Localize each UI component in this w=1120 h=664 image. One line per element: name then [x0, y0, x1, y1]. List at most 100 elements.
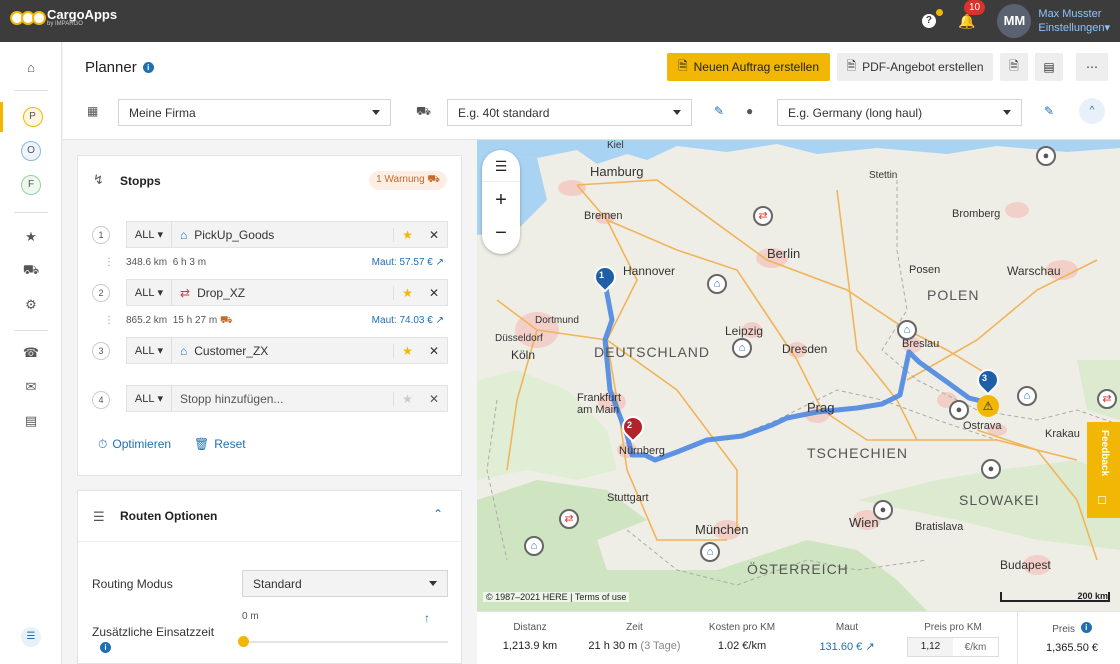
- map-label: Kiel: [607, 140, 624, 151]
- route-map[interactable]: Hamburg Bremen Hannover Berlin DEUTSCHLA…: [477, 140, 1120, 611]
- map-label: ÖSTERREICH: [747, 561, 849, 577]
- poi-house-icon[interactable]: ⌂: [732, 338, 752, 358]
- stops-title: Stopps: [120, 174, 161, 188]
- info-icon[interactable]: i: [1080, 622, 1092, 633]
- maut-link[interactable]: Maut: 74.03 € ↗: [372, 315, 444, 326]
- close-icon[interactable]: ✕: [421, 228, 447, 242]
- chevron-down-icon: [429, 581, 437, 586]
- phone-icon[interactable]: ☎: [0, 338, 62, 368]
- optimize-button[interactable]: ⏱ Optimieren: [98, 437, 171, 452]
- map-label: POLEN: [927, 287, 980, 303]
- avatar[interactable]: MM: [997, 4, 1032, 38]
- stop-filter-select[interactable]: ALL ▾: [127, 386, 172, 411]
- marker-number: 2: [627, 420, 633, 430]
- gear-icon[interactable]: ⚙: [0, 290, 62, 320]
- poi-person-icon[interactable]: ●: [949, 400, 969, 420]
- zoom-out-button[interactable]: −: [482, 218, 520, 252]
- reset-button[interactable]: 🗑 Reset: [194, 437, 246, 451]
- star-icon[interactable]: ★: [393, 285, 421, 300]
- vehicle-select[interactable]: E.g. 40t standard: [447, 99, 692, 126]
- map-label: Posen: [909, 264, 941, 276]
- app-logo[interactable]: CargoApps by IMPARGO: [10, 8, 117, 28]
- layers-icon[interactable]: ☰: [482, 150, 520, 182]
- extra-time-slider-handle[interactable]: [238, 636, 249, 647]
- feedback-button[interactable]: Feedback ☐: [1087, 422, 1120, 518]
- notifications-bell-icon[interactable]: 🔔 10: [958, 0, 986, 30]
- settings-link[interactable]: Einstellungen: [1038, 22, 1104, 34]
- cost-per-km-stat: Kosten pro KM 1.02 €/km: [708, 622, 776, 652]
- star-icon[interactable]: ★: [393, 343, 421, 358]
- star-icon[interactable]: ★: [0, 222, 62, 252]
- trash-icon: 🗑: [194, 437, 210, 451]
- collapse-header-icon[interactable]: ^: [1079, 98, 1105, 124]
- company-select[interactable]: Meine Firma: [118, 99, 391, 126]
- new-order-button[interactable]: 🗎 Neuen Auftrag erstellen: [667, 53, 830, 81]
- close-icon[interactable]: ✕: [421, 344, 447, 358]
- edit-profile-icon[interactable]: ✎: [1044, 104, 1054, 118]
- poi-person-icon[interactable]: ●: [981, 459, 1001, 479]
- help-icon[interactable]: ?: [921, 9, 943, 28]
- stop-filter-select[interactable]: ALL ▾: [127, 222, 172, 247]
- info-icon[interactable]: i: [100, 642, 111, 653]
- map-label: Stuttgart: [607, 492, 649, 504]
- user-menu[interactable]: Max Musster Einstellungen▾: [1038, 7, 1110, 35]
- driver-icon: ●: [746, 104, 754, 118]
- info-icon[interactable]: i: [142, 62, 154, 73]
- poi-exchange-icon[interactable]: ⇄: [1097, 389, 1117, 409]
- price-per-km-input[interactable]: 1,12 €/km: [907, 637, 999, 657]
- map-label: DEUTSCHLAND: [594, 344, 711, 360]
- routing-mode-label: Routing Modus: [92, 577, 173, 591]
- poi-house-icon[interactable]: ⌂: [707, 274, 727, 294]
- truck-icon[interactable]: ⛟: [0, 256, 62, 286]
- collapse-menu-icon[interactable]: ☰: [0, 622, 62, 652]
- logo-icon: [10, 11, 46, 25]
- map-copyright[interactable]: © 1987–2021 HERE | Terms of use: [483, 592, 630, 602]
- sliders-icon: ☰: [93, 509, 105, 524]
- sidebar-item-orders[interactable]: O: [0, 136, 62, 166]
- poi-house-icon[interactable]: ⌂: [524, 536, 544, 556]
- map-label: Hamburg: [590, 164, 644, 179]
- poi-person-icon[interactable]: ●: [873, 500, 893, 520]
- arrow-up-icon[interactable]: ↑: [424, 611, 430, 625]
- routing-mode-select[interactable]: Standard: [242, 570, 448, 597]
- pdf-offer-button[interactable]: 🗎 PDF-Angebot erstellen: [837, 53, 993, 81]
- poi-exchange-icon[interactable]: ⇄: [559, 509, 579, 529]
- add-stop-input[interactable]: Stopp hinzufügen...: [172, 392, 393, 406]
- poi-person-icon[interactable]: ●: [1036, 146, 1056, 166]
- poi-exchange-icon[interactable]: ⇄: [753, 206, 773, 226]
- poi-house-icon[interactable]: ⌂: [897, 320, 917, 340]
- top-bar: CargoApps by IMPARGO ? 🔔 10 MM Max Musst…: [0, 0, 1120, 42]
- pdf-icon[interactable]: 🗎: [1000, 53, 1028, 81]
- sidebar-item-planner[interactable]: P: [0, 102, 62, 132]
- close-icon[interactable]: ✕: [421, 392, 447, 406]
- poi-house-icon[interactable]: ⌂: [700, 542, 720, 562]
- more-icon[interactable]: ⋯: [1076, 53, 1108, 81]
- stop-filter-select[interactable]: ALL ▾: [127, 280, 172, 305]
- stop-row[interactable]: ALL ▾ ⇄ Drop_XZ ★ ✕: [126, 279, 448, 306]
- zoom-in-button[interactable]: +: [482, 182, 520, 218]
- maut-stat[interactable]: Maut 131.60 € ↗: [802, 622, 892, 653]
- edit-vehicle-icon[interactable]: ✎: [714, 104, 724, 118]
- poi-house-icon[interactable]: ⌂: [1017, 386, 1037, 406]
- stop-filter-select[interactable]: ALL ▾: [127, 338, 172, 363]
- chart-icon[interactable]: ▤: [1035, 53, 1063, 81]
- app-subname: by IMPARGO: [47, 21, 83, 27]
- profile-select[interactable]: E.g. Germany (long haul): [777, 99, 1022, 126]
- map-label: Berlin: [767, 246, 801, 261]
- sidebar-item-fleet[interactable]: F: [0, 170, 62, 200]
- chevron-up-icon[interactable]: ⌃: [433, 507, 443, 521]
- stop-row[interactable]: ALL ▾ ⌂ PickUp_Goods ★ ✕: [126, 221, 448, 248]
- warning-badge[interactable]: 1 Warnung ⛟: [369, 171, 447, 190]
- route-options-title: Routen Optionen: [120, 509, 218, 523]
- add-stop-row[interactable]: ALL ▾ Stopp hinzufügen... ★ ✕: [126, 385, 448, 412]
- stop-row[interactable]: ALL ▾ ⌂ Customer_ZX ★ ✕: [126, 337, 448, 364]
- mail-icon[interactable]: ✉: [0, 372, 62, 402]
- house-icon: ⌂: [180, 343, 188, 358]
- star-icon[interactable]: ★: [393, 227, 421, 242]
- warning-marker-icon[interactable]: ⚠: [977, 395, 999, 417]
- home-icon[interactable]: ⌂: [0, 52, 62, 82]
- maut-link[interactable]: Maut: 57.57 € ↗: [372, 257, 444, 268]
- close-icon[interactable]: ✕: [421, 286, 447, 300]
- map-label: Dresden: [782, 342, 828, 356]
- film-icon[interactable]: ▤: [0, 406, 62, 436]
